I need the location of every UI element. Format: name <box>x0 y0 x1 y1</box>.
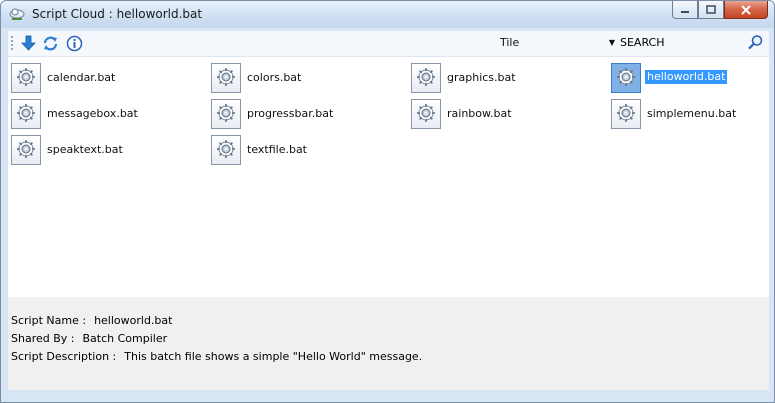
minimize-icon <box>681 10 689 13</box>
batch-file-gear-icon <box>211 99 241 129</box>
chevron-down-icon: ▼ <box>608 38 615 47</box>
script-description-label: Script Description : <box>11 350 117 363</box>
batch-file-gear-icon <box>11 99 41 129</box>
shared-by-label: Shared By : <box>11 332 75 345</box>
file-item[interactable]: calendar.bat <box>9 61 209 93</box>
window-bottom-border <box>1 390 774 402</box>
file-item[interactable]: helloworld.bat <box>609 61 774 93</box>
file-name-label: rainbow.bat <box>447 107 512 120</box>
cloud-icon <box>9 8 25 20</box>
shared-by-row: Shared By : Batch Compiler <box>11 332 167 345</box>
file-name-label: calendar.bat <box>47 71 116 84</box>
file-item[interactable]: simplemenu.bat <box>609 97 774 129</box>
batch-file-gear-icon <box>411 63 441 93</box>
file-name-label: textfile.bat <box>247 143 307 156</box>
download-arrow-icon[interactable] <box>20 35 37 52</box>
file-name-label: progressbar.bat <box>247 107 334 120</box>
file-list: calendar.bat colors.bat graphics.bat hellow… <box>8 57 769 297</box>
file-item[interactable]: colors.bat <box>209 61 409 93</box>
file-name-label: simplemenu.bat <box>647 107 737 120</box>
file-name-label: colors.bat <box>247 71 302 84</box>
search-icon[interactable] <box>747 34 764 51</box>
batch-file-gear-icon <box>211 135 241 165</box>
batch-file-gear-icon <box>411 99 441 129</box>
search-input[interactable]: SEARCH <box>620 34 665 52</box>
script-description-row: Script Description : This batch file show… <box>11 350 422 363</box>
toolbar-grip[interactable] <box>11 36 13 51</box>
script-name-label: Script Name : <box>11 314 87 327</box>
script-name-row: Script Name : helloworld.bat <box>11 314 172 327</box>
refresh-icon[interactable] <box>42 35 59 52</box>
batch-file-gear-icon <box>11 135 41 165</box>
script-details-panel: Script Name : helloworld.bat Shared By : B… <box>8 297 769 390</box>
file-name-label: speaktext.bat <box>47 143 123 156</box>
file-item[interactable]: speaktext.bat <box>9 133 209 165</box>
info-icon[interactable] <box>66 35 83 52</box>
file-name-label: graphics.bat <box>447 71 516 84</box>
script-cloud-window: Script Cloud : helloworld.bat Tile ▼ SEA… <box>0 0 775 403</box>
file-name-label: helloworld.bat <box>645 70 728 84</box>
toolbar: Tile ▼ SEARCH <box>8 31 769 57</box>
view-mode-select[interactable]: Tile ▼ <box>497 34 619 52</box>
batch-file-gear-icon <box>211 63 241 93</box>
shared-by-value: Batch Compiler <box>82 332 168 345</box>
batch-file-gear-icon <box>11 63 41 93</box>
script-description-value: This batch file shows a simple "Hello Wo… <box>124 350 423 363</box>
file-name-label: messagebox.bat <box>47 107 138 120</box>
maximize-button[interactable] <box>698 1 724 19</box>
close-button[interactable] <box>724 1 768 19</box>
title-bar[interactable]: Script Cloud : helloworld.bat <box>1 1 774 28</box>
file-item[interactable]: messagebox.bat <box>9 97 209 129</box>
view-mode-value: Tile <box>500 36 520 49</box>
file-item[interactable]: graphics.bat <box>409 61 609 93</box>
file-item[interactable]: rainbow.bat <box>409 97 609 129</box>
batch-file-gear-icon <box>611 63 641 93</box>
maximize-icon <box>706 5 716 14</box>
batch-file-gear-icon <box>611 99 641 129</box>
search-box[interactable]: SEARCH <box>620 34 766 52</box>
script-name-value: helloworld.bat <box>94 314 173 327</box>
window-title: Script Cloud : helloworld.bat <box>32 7 203 21</box>
close-icon <box>741 4 751 15</box>
minimize-button[interactable] <box>672 1 698 19</box>
file-item[interactable]: textfile.bat <box>209 133 409 165</box>
file-item[interactable]: progressbar.bat <box>209 97 409 129</box>
